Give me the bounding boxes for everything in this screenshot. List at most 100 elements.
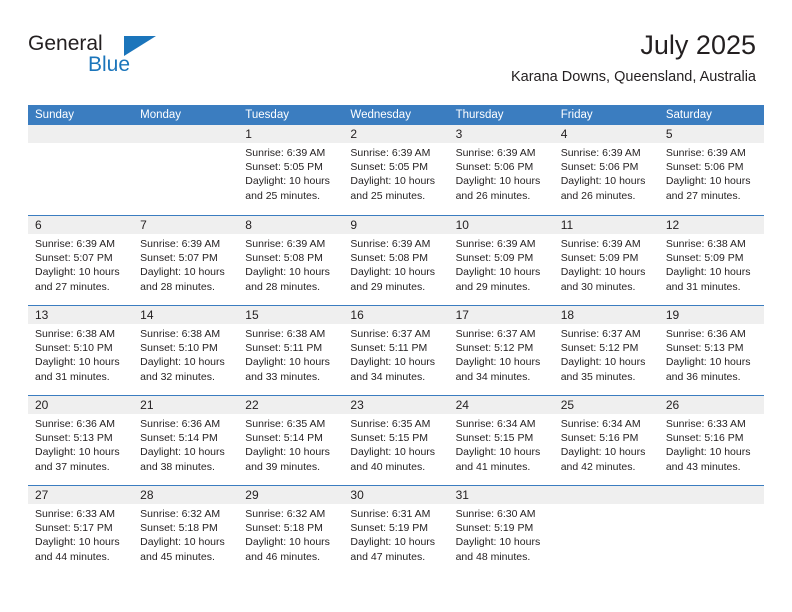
- day-cell[interactable]: 29 Sunrise: 6:32 AM Sunset: 5:18 PM Dayligh…: [238, 486, 344, 569]
- sunset-text: Sunset: 5:07 PM: [35, 252, 113, 265]
- daylight-text-line2: and 38 minutes.: [140, 460, 215, 473]
- day-cell[interactable]: 12 Sunrise: 6:38 AM Sunset: 5:09 PM Dayligh…: [658, 216, 764, 305]
- day-cell[interactable]: 25 Sunrise: 6:34 AM Sunset: 5:16 PM Dayligh…: [553, 396, 659, 485]
- day-number: 27: [35, 488, 49, 502]
- day-cell[interactable]: 19 Sunrise: 6:36 AM Sunset: 5:13 PM Dayligh…: [658, 306, 764, 395]
- general-blue-logo[interactable]: General Blue: [28, 32, 248, 88]
- daylight-text-line1: Daylight: 10 hours: [245, 446, 330, 459]
- day-number: 11: [560, 218, 574, 232]
- daylight-text-line2: and 28 minutes.: [245, 280, 320, 293]
- daylight-text-line1: Daylight: 10 hours: [350, 446, 436, 459]
- day-cell[interactable]: 8 Sunrise: 6:39 AM Sunset: 5:08 PM Daylight…: [238, 216, 344, 305]
- day-details: [133, 143, 238, 146]
- day-cell[interactable]: 21 Sunrise: 6:36 AM Sunset: 5:14 PM Dayligh…: [133, 396, 239, 485]
- sunset-text: Sunset: 5:16 PM: [665, 432, 744, 445]
- day-details: Sunrise: 6:39 AM Sunset: 5:09 PM Daylight:…: [554, 234, 659, 294]
- day-cell[interactable]: 9 Sunrise: 6:39 AM Sunset: 5:08 PM Daylight…: [343, 216, 449, 305]
- day-number: 9: [350, 218, 358, 232]
- page-title: July 2025: [640, 30, 756, 60]
- day-details: Sunrise: 6:38 AM Sunset: 5:10 PM Daylight:…: [133, 324, 238, 384]
- day-details: Sunrise: 6:32 AM Sunset: 5:18 PM Daylight:…: [133, 504, 238, 564]
- day-cell[interactable]: 10 Sunrise: 6:39 AM Sunset: 5:09 PM Dayligh…: [448, 216, 554, 305]
- daylight-text-line2: and 46 minutes.: [245, 550, 320, 563]
- day-number-band: 15: [238, 306, 344, 324]
- day-details: Sunrise: 6:36 AM Sunset: 5:13 PM Daylight:…: [659, 324, 764, 384]
- day-cell[interactable]: 4 Sunrise: 6:39 AM Sunset: 5:06 PM Daylight…: [553, 125, 659, 215]
- day-number-band: 21: [133, 396, 239, 414]
- day-cell[interactable]: 1 Sunrise: 6:39 AM Sunset: 5:05 PM Daylight…: [238, 125, 344, 215]
- daylight-text-line1: Daylight: 10 hours: [140, 266, 225, 279]
- day-cell[interactable]: 6 Sunrise: 6:39 AM Sunset: 5:07 PM Daylight…: [28, 216, 134, 305]
- sunrise-text: Sunrise: 6:36 AM: [665, 328, 746, 340]
- day-cell[interactable]: 2 Sunrise: 6:39 AM Sunset: 5:05 PM Daylight…: [343, 125, 449, 215]
- day-number-band: 12: [658, 216, 764, 234]
- day-cell[interactable]: 7 Sunrise: 6:39 AM Sunset: 5:07 PM Daylight…: [133, 216, 239, 305]
- day-number-band: 19: [658, 306, 764, 324]
- daylight-text-line1: Daylight: 10 hours: [140, 356, 225, 369]
- daylight-text-line1: Daylight: 10 hours: [560, 266, 646, 279]
- day-cell[interactable]: 30 Sunrise: 6:31 AM Sunset: 5:19 PM Dayligh…: [343, 486, 449, 569]
- day-cell[interactable]: 23 Sunrise: 6:35 AM Sunset: 5:15 PM Dayligh…: [343, 396, 449, 485]
- calendar-weeks: 1 Sunrise: 6:39 AM Sunset: 5:05 PM Daylight…: [28, 125, 764, 569]
- sunrise-text: Sunrise: 6:37 AM: [455, 328, 536, 340]
- day-cell[interactable]: 5 Sunrise: 6:39 AM Sunset: 5:06 PM Daylight…: [658, 125, 764, 215]
- day-details: Sunrise: 6:35 AM Sunset: 5:14 PM Daylight:…: [238, 414, 343, 474]
- daylight-text-line2: and 40 minutes.: [350, 460, 426, 473]
- day-cell[interactable]: 3 Sunrise: 6:39 AM Sunset: 5:06 PM Daylight…: [448, 125, 554, 215]
- day-number-band: [133, 125, 239, 143]
- day-cell[interactable]: 17 Sunrise: 6:37 AM Sunset: 5:12 PM Dayligh…: [448, 306, 554, 395]
- day-details: [659, 504, 764, 507]
- day-number: 31: [455, 488, 469, 502]
- page-header: General Blue July 2025 Karana Downs, Que…: [28, 28, 756, 94]
- day-cell[interactable]: 15 Sunrise: 6:38 AM Sunset: 5:11 PM Dayligh…: [238, 306, 344, 395]
- weekday-header-tuesday: Tuesday: [245, 109, 289, 121]
- sunset-text: Sunset: 5:15 PM: [350, 432, 429, 445]
- daylight-text-line2: and 29 minutes.: [455, 280, 531, 293]
- daylight-text-line2: and 29 minutes.: [350, 280, 426, 293]
- day-cell[interactable]: 14 Sunrise: 6:38 AM Sunset: 5:10 PM Dayligh…: [133, 306, 239, 395]
- sunrise-text: Sunrise: 6:35 AM: [350, 418, 431, 430]
- day-number-band: 20: [28, 396, 134, 414]
- weekday-header-row: Sunday Monday Tuesday Wednesday Thursday Frid…: [28, 105, 764, 125]
- day-details: Sunrise: 6:39 AM Sunset: 5:06 PM Daylight:…: [449, 143, 554, 203]
- calendar-week-row: 20 Sunrise: 6:36 AM Sunset: 5:13 PM Dayligh…: [28, 395, 764, 485]
- sunset-text: Sunset: 5:05 PM: [350, 161, 429, 174]
- sunrise-text: Sunrise: 6:39 AM: [350, 147, 431, 159]
- day-cell[interactable]: 22 Sunrise: 6:35 AM Sunset: 5:14 PM Dayligh…: [238, 396, 344, 485]
- day-cell[interactable]: 28 Sunrise: 6:32 AM Sunset: 5:18 PM Dayligh…: [133, 486, 239, 569]
- day-cell[interactable]: 16 Sunrise: 6:37 AM Sunset: 5:11 PM Dayligh…: [343, 306, 449, 395]
- day-cell[interactable]: 27 Sunrise: 6:33 AM Sunset: 5:17 PM Dayligh…: [28, 486, 134, 569]
- sunrise-text: Sunrise: 6:39 AM: [350, 238, 431, 250]
- sunrise-text: Sunrise: 6:38 AM: [140, 328, 221, 340]
- sunset-text: Sunset: 5:13 PM: [665, 342, 744, 355]
- sunrise-text: Sunrise: 6:34 AM: [560, 418, 641, 430]
- daylight-text-line1: Daylight: 10 hours: [665, 175, 751, 188]
- daylight-text-line2: and 34 minutes.: [350, 370, 426, 383]
- daylight-text-line2: and 47 minutes.: [350, 550, 426, 563]
- logo-text-blue: Blue: [88, 53, 131, 76]
- day-cell[interactable]: 18 Sunrise: 6:37 AM Sunset: 5:12 PM Dayligh…: [553, 306, 659, 395]
- daylight-text-line2: and 33 minutes.: [245, 370, 320, 383]
- daylight-text-line1: Daylight: 10 hours: [665, 356, 751, 369]
- day-details: Sunrise: 6:34 AM Sunset: 5:15 PM Daylight:…: [449, 414, 554, 474]
- day-cell[interactable]: 11 Sunrise: 6:39 AM Sunset: 5:09 PM Dayligh…: [553, 216, 659, 305]
- day-cell[interactable]: 13 Sunrise: 6:38 AM Sunset: 5:10 PM Dayligh…: [28, 306, 134, 395]
- daylight-text-line1: Daylight: 10 hours: [140, 536, 225, 549]
- day-cell[interactable]: 20 Sunrise: 6:36 AM Sunset: 5:13 PM Dayligh…: [28, 396, 134, 485]
- sunrise-text: Sunrise: 6:30 AM: [455, 508, 536, 520]
- sunrise-text: Sunrise: 6:38 AM: [665, 238, 746, 250]
- day-number: 15: [245, 308, 259, 322]
- sunset-text: Sunset: 5:18 PM: [245, 522, 323, 535]
- calendar-week-row: 1 Sunrise: 6:39 AM Sunset: 5:05 PM Daylight…: [28, 125, 764, 215]
- daylight-text-line1: Daylight: 10 hours: [245, 536, 330, 549]
- day-cell[interactable]: 24 Sunrise: 6:34 AM Sunset: 5:15 PM Dayligh…: [448, 396, 554, 485]
- day-details: Sunrise: 6:39 AM Sunset: 5:05 PM Daylight:…: [238, 143, 343, 203]
- day-cell[interactable]: 31 Sunrise: 6:30 AM Sunset: 5:19 PM Dayligh…: [448, 486, 554, 569]
- daylight-text-line1: Daylight: 10 hours: [35, 356, 120, 369]
- day-number-band: 7: [133, 216, 239, 234]
- day-number-band: 30: [343, 486, 449, 504]
- day-cell[interactable]: 26 Sunrise: 6:33 AM Sunset: 5:16 PM Dayligh…: [658, 396, 764, 485]
- day-details: Sunrise: 6:37 AM Sunset: 5:12 PM Daylight:…: [449, 324, 554, 384]
- day-number-band: 4: [553, 125, 659, 143]
- day-details: Sunrise: 6:37 AM Sunset: 5:11 PM Daylight:…: [343, 324, 448, 384]
